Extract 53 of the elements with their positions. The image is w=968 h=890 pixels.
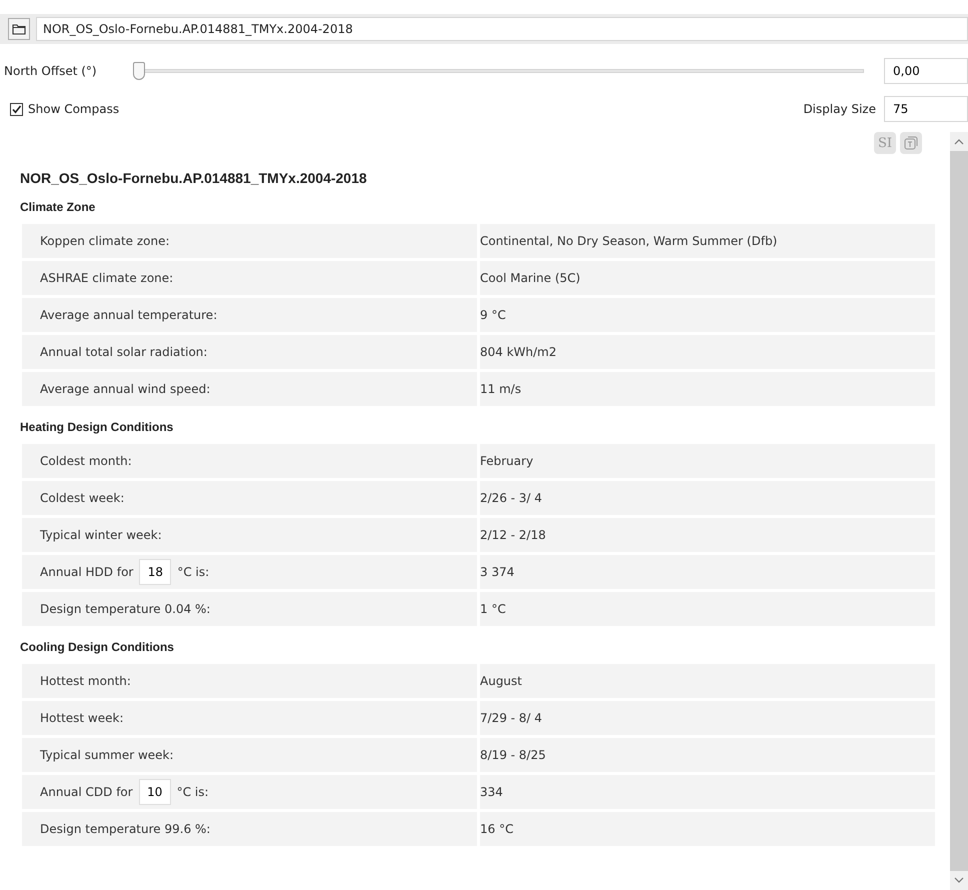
cell-label: °C is:	[176, 785, 209, 799]
text-frame-icon	[904, 136, 918, 150]
table-cell: 8/19 - 8/25	[480, 738, 935, 772]
table-cell: Design temperature 99.6 %:	[22, 812, 477, 846]
cell-label: Annual CDD for	[40, 785, 133, 799]
table-cell: Average annual temperature:	[22, 298, 477, 332]
scroll-down-icon	[954, 877, 964, 884]
table-cell: 11 m/s	[480, 372, 935, 406]
display-size-field[interactable]: 75	[884, 96, 968, 122]
table-cell: February	[480, 444, 935, 478]
table-cell: Average annual wind speed:	[22, 372, 477, 406]
table-cell: Typical summer week:	[22, 738, 477, 772]
north-offset-label: North Offset (°)	[4, 64, 97, 78]
table-cell: Coldest month:	[22, 444, 477, 478]
section-heading: Climate Zone	[20, 200, 96, 214]
slider-thumb[interactable]	[132, 62, 145, 80]
table-cell: Cool Marine (5C)	[480, 261, 935, 295]
cell-label: Annual HDD for	[40, 565, 134, 579]
table-cell: Typical winter week:	[22, 518, 477, 552]
table-cell: 2/26 - 3/ 4	[480, 481, 935, 515]
cell-label: °C is:	[177, 565, 210, 579]
table-cell: Coldest week:	[22, 481, 477, 515]
table-cell: August	[480, 664, 935, 698]
slider-track[interactable]	[132, 62, 864, 80]
display-size-label: Display Size	[803, 102, 876, 116]
table-cell: 9 °C	[480, 298, 935, 332]
table-cell: Koppen climate zone:	[22, 224, 477, 258]
table-cell: 1 °C	[480, 592, 935, 626]
folder-button[interactable]	[8, 18, 30, 40]
format-button[interactable]	[900, 132, 922, 154]
table-cell: 804 kWh/m2	[480, 335, 935, 369]
table-cell: 3 374	[480, 555, 935, 589]
report-title: NOR_OS_Oslo-Fornebu.AP.014881_TMYx.2004-2018	[20, 170, 368, 186]
base-temperature-field[interactable]: 10	[138, 779, 171, 805]
table-cell: ASHRAE climate zone:	[22, 261, 477, 295]
file-path-field[interactable]: NOR_OS_Oslo-Fornebu.AP.014881_TMYx.2004-2018	[36, 17, 968, 41]
table-cell: Hottest week:	[22, 701, 477, 735]
table-cell: Design temperature 0.04 %:	[22, 592, 477, 626]
section-heading: Heating Design Conditions	[20, 420, 174, 434]
checkbox[interactable]	[10, 102, 23, 116]
table-cell: Annual total solar radiation:	[22, 335, 477, 369]
scroll-up-icon	[954, 138, 964, 145]
section-heading: Cooling Design Conditions	[20, 640, 175, 654]
table-cell: Continental, No Dry Season, Warm Summer (Dfb)	[480, 224, 935, 258]
folder-icon	[12, 23, 26, 35]
table-cell: Hottest month:	[22, 664, 477, 698]
table-cell: 2/12 - 2/18	[480, 518, 935, 552]
show-compass-label: Show Compass	[28, 102, 120, 116]
table-cell: 334	[480, 775, 935, 809]
base-temperature-field[interactable]: 18	[139, 559, 172, 585]
table-cell: 7/29 - 8/ 4	[480, 701, 935, 735]
north-offset-field[interactable]: 0,00	[884, 58, 968, 84]
table-cell: 16 °C	[480, 812, 935, 846]
